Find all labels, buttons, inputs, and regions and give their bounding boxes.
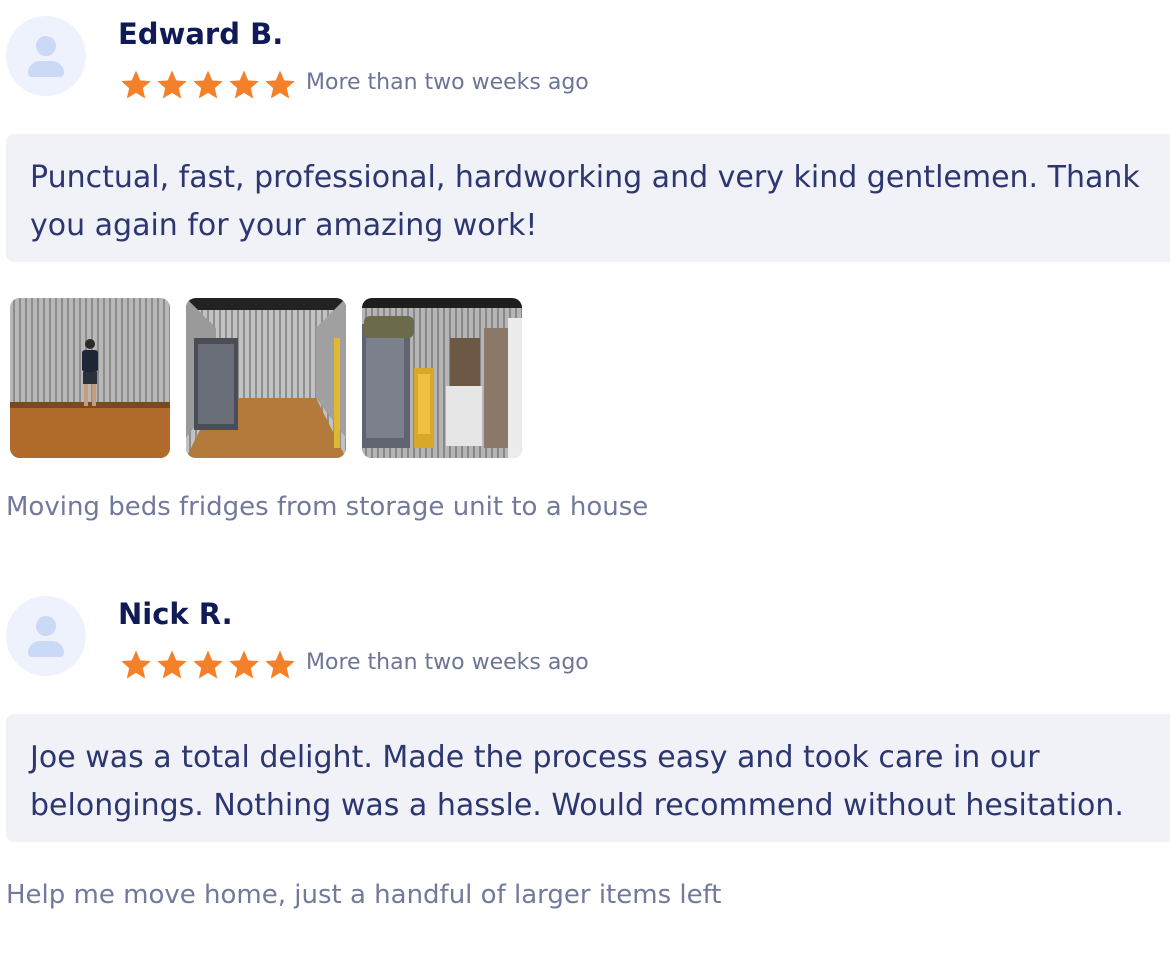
star-icon <box>157 650 187 679</box>
review-text: Joe was a total delight. Made the proces… <box>6 714 1170 842</box>
star-icon <box>121 70 151 99</box>
user-silhouette-icon <box>36 616 56 636</box>
star-icon <box>193 70 223 99</box>
review-date: More than two weeks ago <box>306 650 589 675</box>
star-icon <box>193 650 223 679</box>
storage-unit-photo[interactable] <box>186 298 346 458</box>
star-icon <box>157 70 187 99</box>
user-silhouette-icon <box>36 36 56 56</box>
storage-unit-photo[interactable] <box>10 298 170 458</box>
star-rating <box>118 648 298 682</box>
reviewer-name: Edward B. <box>118 17 284 51</box>
star-icon <box>229 70 259 99</box>
star-icon <box>121 650 151 679</box>
avatar <box>6 16 86 96</box>
star-rating <box>118 68 298 102</box>
review-text: Punctual, fast, professional, hardworkin… <box>6 134 1170 262</box>
job-description: Help me move home, just a handful of lar… <box>6 880 722 910</box>
avatar <box>6 596 86 676</box>
reviewer-name: Nick R. <box>118 597 233 631</box>
star-icon <box>265 70 295 99</box>
star-icon <box>229 650 259 679</box>
job-description: Moving beds fridges from storage unit to… <box>6 492 649 522</box>
star-icon <box>265 650 295 679</box>
review-photos <box>10 298 522 458</box>
storage-unit-photo[interactable] <box>362 298 522 458</box>
review-date: More than two weeks ago <box>306 70 589 95</box>
